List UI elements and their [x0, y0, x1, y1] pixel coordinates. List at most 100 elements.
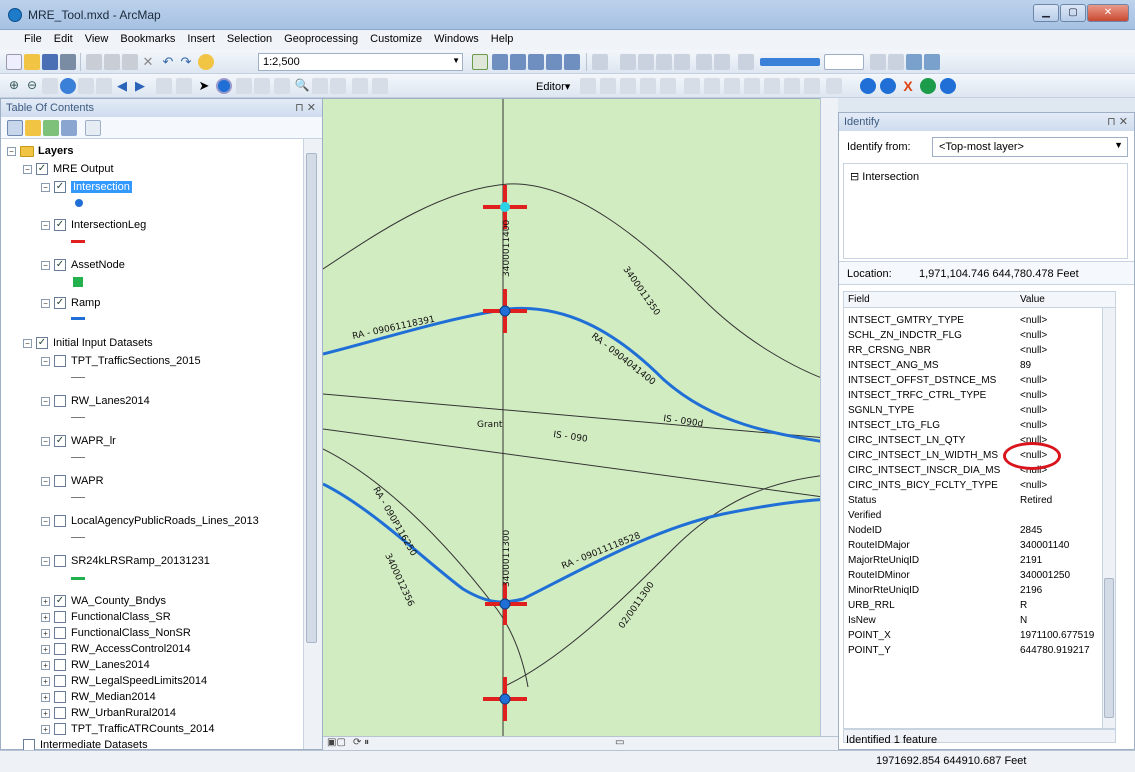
go-to-xy-icon[interactable]	[330, 78, 346, 94]
straight-segment-icon[interactable]	[600, 78, 616, 94]
scroll-thumb[interactable]	[306, 153, 317, 643]
full-extent-icon[interactable]	[60, 78, 76, 94]
checkbox[interactable]: ✓	[36, 163, 48, 175]
search-window-icon[interactable]	[510, 54, 526, 70]
table-row[interactable]: SCHL_ZN_INDCTR_FLG <null>	[844, 329, 1115, 344]
collapse-icon[interactable]: −	[41, 260, 50, 270]
back-arrow-icon[interactable]: ◀	[114, 78, 130, 94]
tree-row-layer[interactable]: − TPT_TrafficSections_2015	[41, 353, 201, 369]
minimize-button[interactable]: ▁	[1033, 4, 1059, 22]
delete-x-icon[interactable]: X	[900, 78, 916, 94]
checkbox[interactable]	[54, 611, 66, 623]
list-by-selection-icon[interactable]	[61, 120, 77, 136]
options-icon[interactable]	[940, 78, 956, 94]
pan-icon[interactable]	[42, 78, 58, 94]
tree-row-layer[interactable]: − ✓ WAPR_lr	[41, 433, 116, 449]
checkbox[interactable]: ✓	[54, 595, 66, 607]
tree-row-layer[interactable]: + TPT_TrafficATRCounts_2014	[41, 721, 214, 737]
expand-icon[interactable]: +	[41, 692, 50, 702]
tree-row-layer[interactable]: + RW_UrbanRural2014	[41, 705, 176, 721]
copy-icon[interactable]	[104, 54, 120, 70]
network-icon-2[interactable]	[638, 54, 654, 70]
collapse-icon[interactable]: −	[41, 356, 50, 366]
table-row[interactable]: NodeID 2845	[844, 524, 1115, 539]
table-row[interactable]: RouteIDMajor 340001140	[844, 539, 1115, 554]
table-row[interactable]: POINT_Y 644780.919217	[844, 644, 1115, 659]
hyperlink-icon[interactable]	[236, 78, 252, 94]
fixed-zoom-in-icon[interactable]	[78, 78, 94, 94]
checkbox[interactable]	[54, 723, 66, 735]
tree-row-layer[interactable]: − WAPR	[41, 473, 104, 489]
zoom-in-icon[interactable]: ⊕	[6, 78, 22, 94]
menu-view[interactable]: View	[79, 30, 115, 50]
find-route-icon[interactable]	[312, 78, 328, 94]
tree-row-layer-assetnode[interactable]: − ✓ AssetNode	[41, 257, 125, 273]
map-view[interactable]: RA - 09061118391 RA - 0904041400 RA - 09…	[323, 98, 838, 736]
create-viewer-icon[interactable]	[372, 78, 388, 94]
add-data-icon[interactable]	[198, 54, 214, 70]
toc-scrollbar[interactable]	[303, 139, 322, 749]
checkbox[interactable]: ✓	[54, 297, 66, 309]
checkbox[interactable]: ✓	[54, 259, 66, 271]
tree-row-group-intermediate[interactable]: Intermediate Datasets	[23, 737, 148, 751]
network-icon-4[interactable]	[674, 54, 690, 70]
tree-row-layer-intersectionleg[interactable]: − ✓ IntersectionLeg	[41, 217, 146, 233]
attributes-icon[interactable]	[784, 78, 800, 94]
tree-row-layer[interactable]: + RW_Lanes2014	[41, 657, 150, 673]
cut-icon[interactable]	[86, 54, 102, 70]
end-point-arc-icon[interactable]	[620, 78, 636, 94]
chevron-down-icon[interactable]: ▼	[452, 56, 460, 65]
tree-row-layer[interactable]: − LocalAgencyPublicRoads_Lines_2013	[41, 513, 259, 529]
checkbox[interactable]: ✓	[54, 435, 66, 447]
collapse-icon[interactable]: −	[41, 476, 50, 486]
tool-icon-a[interactable]	[870, 54, 886, 70]
print-icon[interactable]	[60, 54, 76, 70]
intersection-node-selected[interactable]	[500, 202, 510, 212]
editor-menu-button[interactable]: Editor▾	[531, 77, 575, 96]
table-row[interactable]: INTSECT_GMTRY_TYPE <null>	[844, 314, 1115, 329]
table-row[interactable]: INTSECT_TRFC_CTRL_TYPE <null>	[844, 389, 1115, 404]
menu-selection[interactable]: Selection	[221, 30, 278, 50]
menu-insert[interactable]: Insert	[181, 30, 221, 50]
split-icon[interactable]	[744, 78, 760, 94]
model-builder-icon[interactable]	[564, 54, 580, 70]
collapse-icon[interactable]: −	[41, 182, 50, 192]
collapse-icon[interactable]: −	[23, 164, 32, 174]
checkbox[interactable]	[54, 643, 66, 655]
delete-icon[interactable]: ✕	[140, 54, 156, 70]
checkbox[interactable]: ✓	[54, 181, 66, 193]
time-slider-icon[interactable]	[352, 78, 368, 94]
rotate-icon[interactable]	[764, 78, 780, 94]
col-value-header[interactable]: Value	[1020, 294, 1045, 305]
checkbox[interactable]	[54, 475, 66, 487]
table-row[interactable]: INTSECT_LTG_FLG <null>	[844, 419, 1115, 434]
maximize-button[interactable]: ▢	[1060, 4, 1086, 22]
cut-polygons-icon[interactable]	[724, 78, 740, 94]
collapse-icon[interactable]: −	[41, 556, 50, 566]
table-row[interactable]: CIRC_INTS_BICY_FCLTY_TYPE <null>	[844, 479, 1115, 494]
table-row[interactable]: CIRC_INTSECT_INSCR_DIA_MS <null>	[844, 464, 1115, 479]
save-icon[interactable]	[42, 54, 58, 70]
edit-tool-icon[interactable]	[580, 78, 596, 94]
collapse-icon[interactable]: −	[41, 298, 50, 308]
tree-row-layer[interactable]: + RW_LegalSpeedLimits2014	[41, 673, 207, 689]
network-icon-1[interactable]	[620, 54, 636, 70]
collapse-icon[interactable]: −	[7, 146, 16, 156]
map-canvas[interactable]: RA - 09061118391 RA - 0904041400 RA - 09…	[323, 99, 838, 736]
map-scale-input[interactable]: 1:2,500 ▼	[258, 53, 463, 71]
expand-icon[interactable]: +	[41, 612, 50, 622]
tree-row-group-mre-output[interactable]: − ✓ MRE Output	[23, 161, 114, 177]
add-green-icon[interactable]	[920, 78, 936, 94]
tree-row-layer[interactable]: − RW_Lanes2014	[41, 393, 150, 409]
checkbox[interactable]: ✓	[54, 219, 66, 231]
checkbox[interactable]	[54, 627, 66, 639]
table-row[interactable]: INTSECT_ANG_MS 89	[844, 359, 1115, 374]
topology-icon[interactable]	[592, 54, 608, 70]
identify-from-select[interactable]: <Top-most layer> ▼	[932, 137, 1128, 157]
scroll-thumb[interactable]	[1104, 578, 1114, 718]
layer-dropdown[interactable]	[824, 54, 864, 70]
collapse-icon[interactable]: −	[41, 396, 50, 406]
checkbox[interactable]	[54, 659, 66, 671]
point-icon[interactable]	[660, 78, 676, 94]
raster-icon[interactable]	[738, 54, 754, 70]
